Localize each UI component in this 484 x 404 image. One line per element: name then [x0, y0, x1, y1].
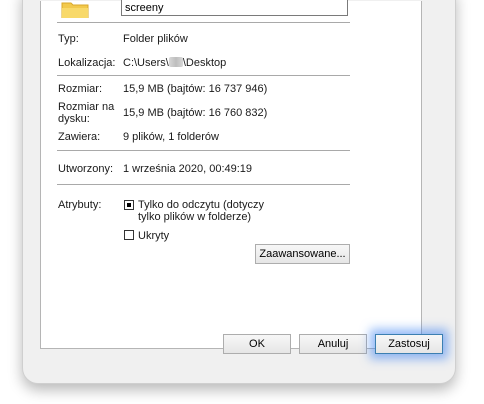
apply-button[interactable]: Zastosuj: [375, 334, 443, 354]
separator: [57, 150, 350, 151]
readonly-checkbox[interactable]: [124, 200, 134, 210]
cancel-button[interactable]: Anuluj: [299, 334, 367, 354]
location-label: Lokalizacja:: [58, 57, 116, 69]
location-value: C:\Users\ \Desktop: [123, 57, 226, 69]
location-suffix: \Desktop: [182, 57, 227, 69]
type-label: Typ:: [58, 33, 79, 45]
readonly-label-line2: tylko plików w folderze): [138, 211, 252, 223]
readonly-label-line1: Tylko do odczytu (dotyczy: [138, 199, 264, 211]
separator: [57, 184, 350, 185]
size-value: 15,9 MB (bajtów: 16 737 946): [123, 83, 268, 95]
size-on-disk-label-line1: Rozmiar na: [58, 101, 115, 113]
advanced-button[interactable]: Zaawansowane...: [255, 244, 350, 264]
hidden-label: Ukryty: [138, 230, 170, 242]
size-on-disk-value: 15,9 MB (bajtów: 16 760 832): [123, 107, 268, 119]
type-value: Folder plików: [123, 33, 188, 45]
ok-button[interactable]: OK: [223, 334, 291, 354]
properties-dialog: screeny Typ: Folder plików Lokalizacja: …: [22, 0, 456, 384]
readonly-checkbox-mark: [127, 203, 131, 207]
attributes-label: Atrybuty:: [58, 199, 102, 211]
size-label: Rozmiar:: [58, 83, 103, 95]
created-label: Utworzony:: [58, 163, 114, 175]
folder-name-input[interactable]: screeny: [121, 0, 348, 16]
hidden-checkbox[interactable]: [124, 230, 134, 240]
location-prefix: C:\Users\: [123, 57, 169, 69]
separator: [57, 75, 350, 76]
general-tab-panel: screeny Typ: Folder plików Lokalizacja: …: [40, 0, 422, 349]
separator: [57, 22, 350, 23]
size-on-disk-label-line2: dysku:: [58, 113, 90, 125]
contains-value: 9 plików, 1 folderów: [123, 131, 219, 143]
folder-icon: [61, 2, 89, 18]
created-value: 1 września 2020, 00:49:19: [123, 163, 253, 175]
contains-label: Zawiera:: [58, 131, 101, 143]
redacted-username: [168, 57, 183, 67]
